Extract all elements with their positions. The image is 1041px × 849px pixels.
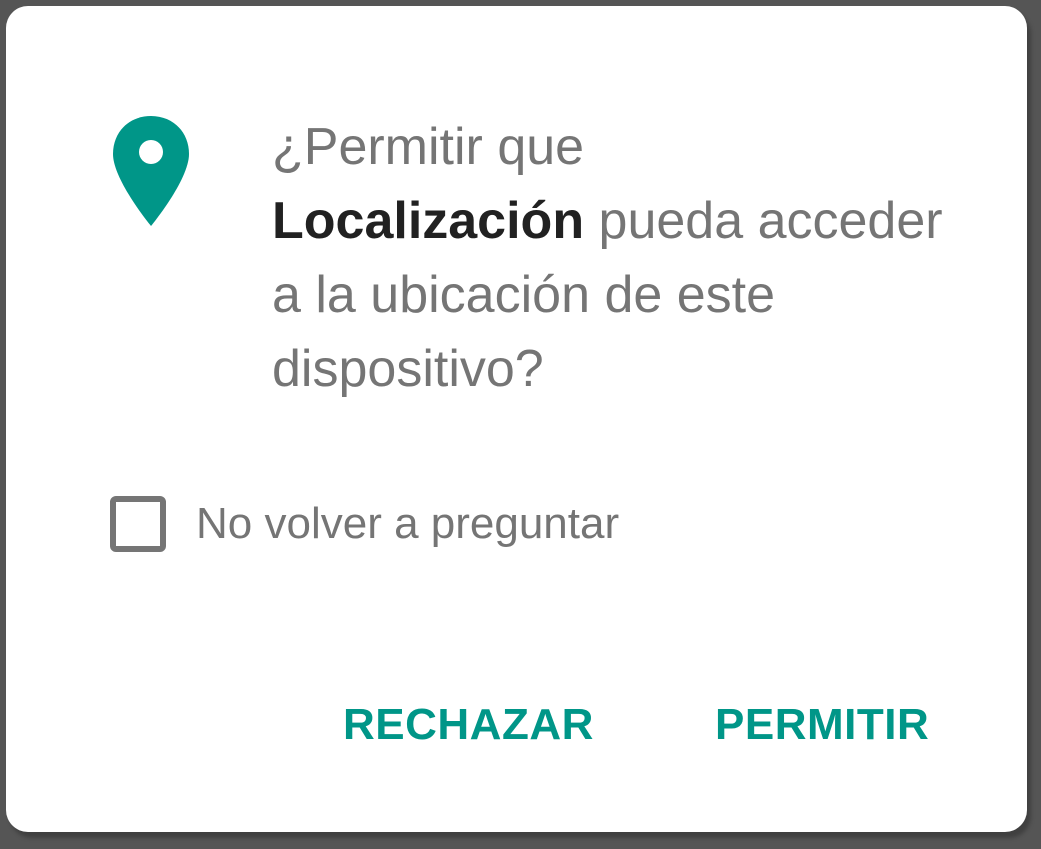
- permission-dialog: ¿Permitir que Localización pueda acceder …: [6, 6, 1027, 832]
- message-prefix: ¿Permitir que: [272, 118, 585, 176]
- dont-ask-again-row[interactable]: No volver a preguntar: [110, 496, 619, 552]
- app-name: Localización: [272, 192, 585, 250]
- location-pin-icon: [113, 116, 189, 226]
- screenshot-frame: ¿Permitir que Localización pueda acceder …: [0, 0, 1041, 849]
- dont-ask-again-checkbox[interactable]: [110, 496, 166, 552]
- deny-button[interactable]: RECHAZAR: [343, 700, 594, 750]
- dont-ask-again-label: No volver a preguntar: [196, 499, 620, 548]
- permission-message: ¿Permitir que Localización pueda acceder …: [272, 110, 972, 406]
- allow-button[interactable]: PERMITIR: [715, 700, 929, 750]
